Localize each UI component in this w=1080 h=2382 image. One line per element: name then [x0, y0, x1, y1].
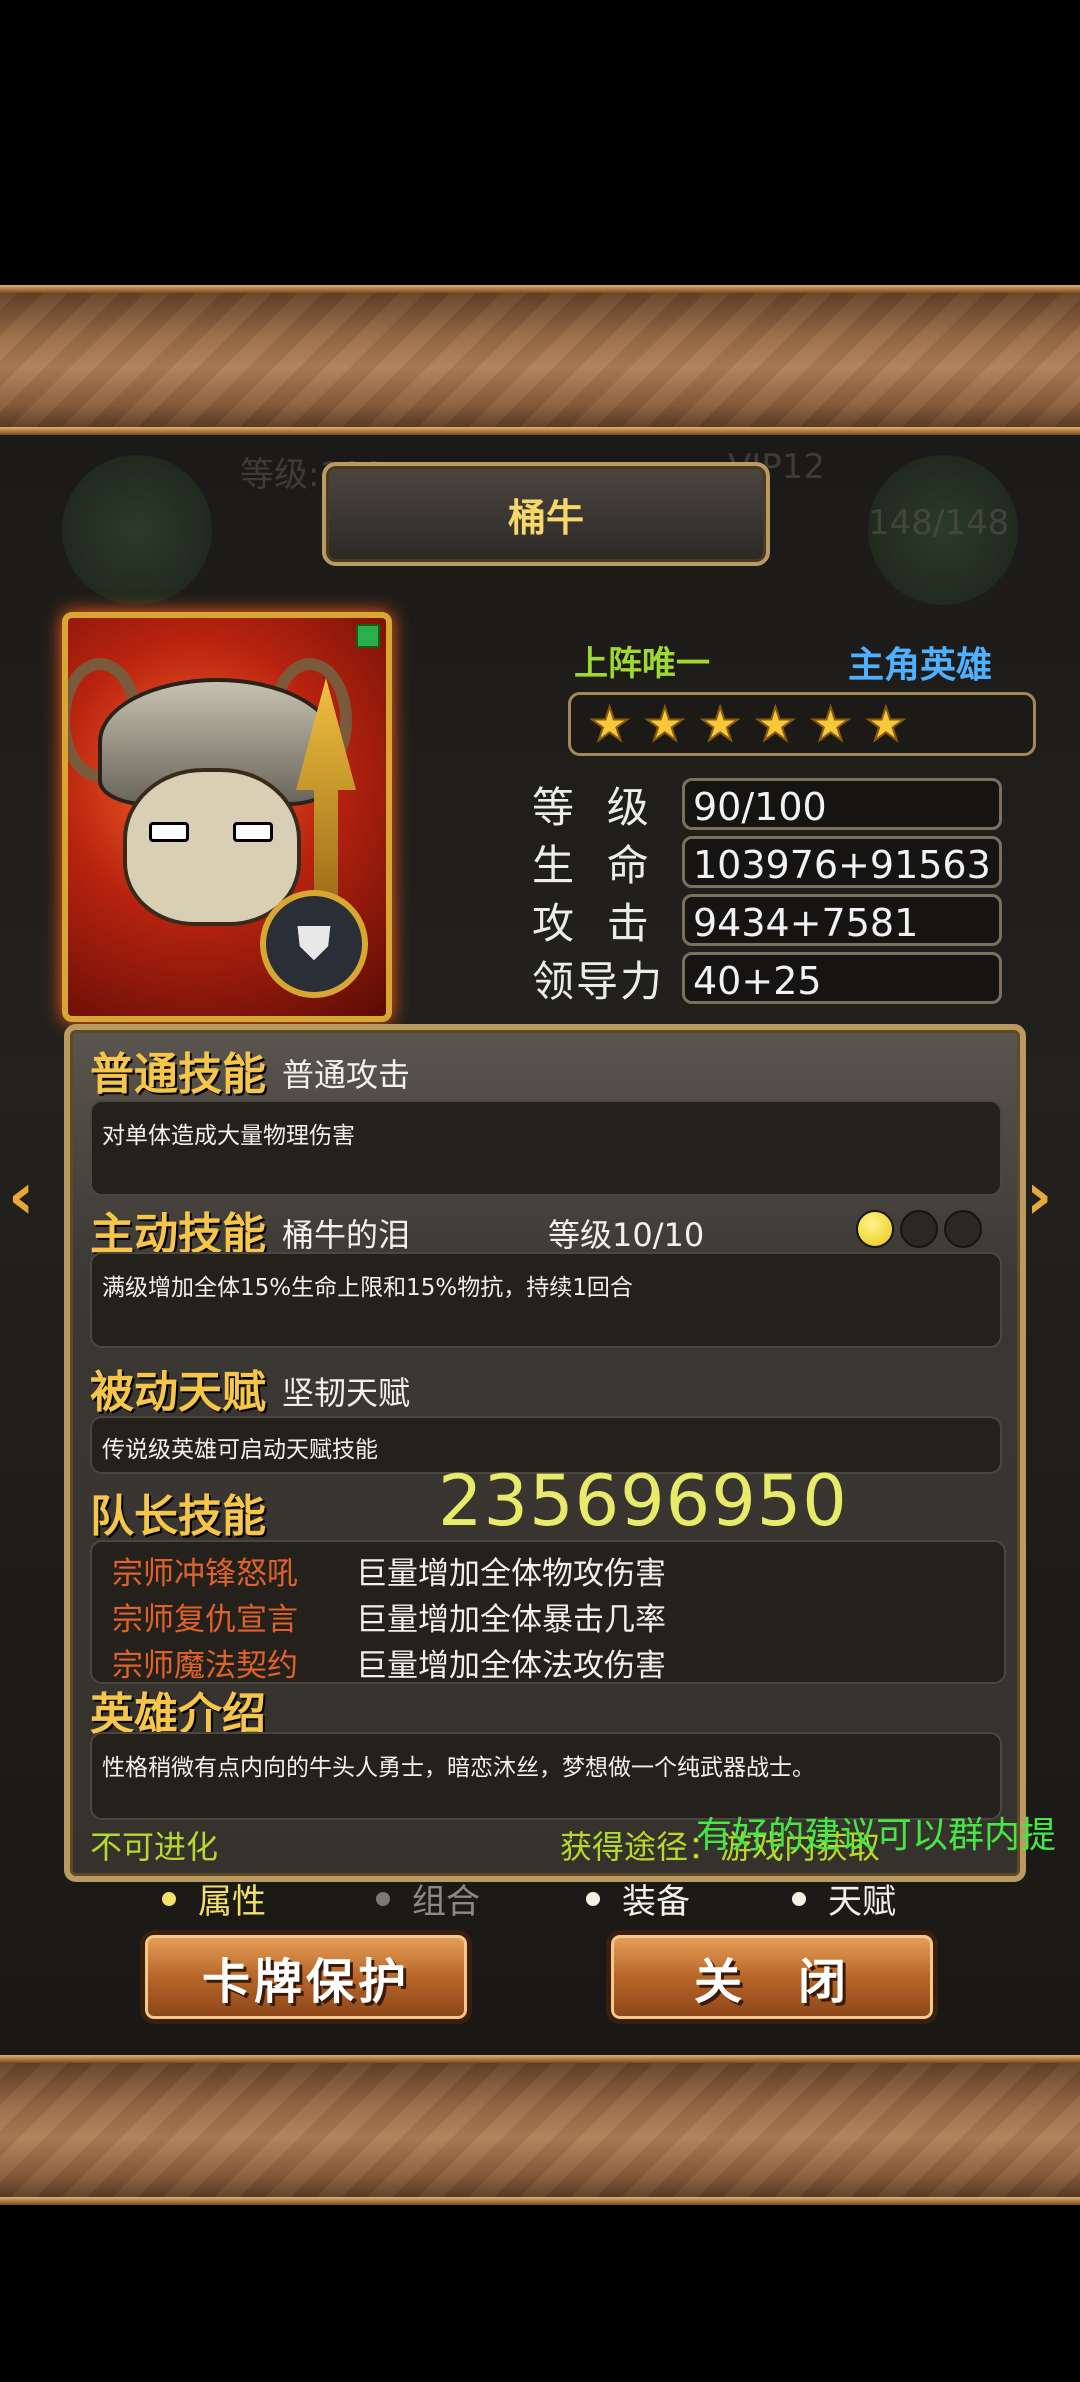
close-button[interactable]: 关 闭	[606, 1930, 938, 2024]
skill-level-dot-3	[944, 1210, 982, 1248]
hero-eye-left	[149, 822, 189, 842]
role-tag: 主角英雄	[848, 645, 993, 686]
leader-skill-desc: 巨量增加全体法攻伤害	[356, 1648, 666, 1684]
leader-skill-desc: 巨量增加全体物攻伤害	[356, 1556, 666, 1592]
stat-label: 等 级	[532, 782, 651, 832]
star-icon: ★	[864, 697, 907, 751]
skill-level-dot-2	[900, 1210, 938, 1248]
unique-tag: 上阵唯一	[574, 644, 710, 684]
leader-skill-name: 宗师复仇宣言	[112, 1602, 298, 1638]
stat-row-attack: 攻 击 9434+7581	[532, 892, 1002, 948]
tab-bullet	[586, 1891, 600, 1906]
normal-skill-title: 普通技能	[90, 1049, 266, 1100]
stat-label: 领导力	[532, 956, 665, 1006]
passive-talent-title: 被动天赋	[90, 1367, 266, 1418]
normal-skill-desc: 对单体造成大量物理伤害	[90, 1100, 1002, 1196]
tab-label: 属性	[198, 1882, 266, 1922]
stat-value: 9434+7581	[682, 894, 1002, 946]
tab-label: 装备	[622, 1882, 690, 1922]
leader-skill-title: 队长技能	[90, 1491, 266, 1542]
stat-label: 生 命	[532, 840, 651, 890]
star-icon: ★	[809, 697, 852, 751]
stat-value: 103976+91563	[682, 836, 1002, 888]
scrolling-notice: 有好的建议可以群内提	[696, 1815, 1057, 1856]
star-icon: ★	[754, 697, 797, 751]
leader-skill-box: 宗师冲锋怒吼 巨量增加全体物攻伤害 宗师复仇宣言 巨量增加全体暴击几率 宗师魔法…	[90, 1540, 1006, 1684]
hero-eye-right	[233, 822, 273, 842]
stat-value: 40+25	[682, 952, 1002, 1004]
stat-label: 攻 击	[532, 898, 651, 948]
hero-name-banner: 桶牛	[322, 462, 770, 566]
top-wood-frame	[0, 285, 1080, 435]
bottom-wood-frame	[0, 2055, 1080, 2205]
tab-bullet	[792, 1891, 806, 1906]
portrait-corner-badge	[356, 624, 380, 648]
active-skill-desc: 满级增加全体15%生命上限和15%物抗，持续1回合	[90, 1252, 1002, 1348]
tab-bullet	[162, 1891, 176, 1906]
passive-talent-name: 坚韧天赋	[282, 1374, 411, 1412]
skill-level-dot-1	[856, 1210, 894, 1248]
tab-label: 天赋	[828, 1882, 896, 1922]
stat-row-leadership: 领导力 40+25	[532, 950, 1002, 1006]
watermark-number: 235696950	[438, 1460, 848, 1542]
normal-skill-name: 普通攻击	[282, 1056, 411, 1094]
star-rating: ★ ★ ★ ★ ★ ★	[568, 692, 1036, 756]
shield-class-icon: ⛊	[260, 890, 368, 998]
hero-portrait[interactable]: ⛊	[62, 612, 392, 1022]
card-protect-button[interactable]: 卡牌保护	[140, 1930, 472, 2024]
leader-skill-desc: 巨量增加全体暴击几率	[356, 1602, 666, 1638]
active-skill-level: 等级10/10	[548, 1216, 705, 1254]
star-icon: ★	[588, 697, 631, 751]
stat-row-hp: 生 命 103976+91563	[532, 834, 1002, 890]
prev-hero-arrow[interactable]: ‹	[8, 1160, 34, 1234]
tab-bullet	[376, 1891, 390, 1906]
stat-row-level: 等 级 90/100	[532, 776, 1002, 832]
star-icon: ★	[643, 697, 686, 751]
leader-skill-name: 宗师冲锋怒吼	[112, 1556, 298, 1592]
background-avatar-orb	[62, 455, 212, 605]
next-hero-arrow[interactable]: ›	[1026, 1160, 1052, 1234]
hero-face	[123, 768, 301, 926]
tab-attributes[interactable]: 属性	[162, 1874, 266, 1923]
tab-talent[interactable]: 天赋	[792, 1874, 896, 1923]
evolve-status: 不可进化	[90, 1828, 219, 1866]
active-skill-name: 桶牛的泪	[282, 1216, 411, 1254]
tab-label: 组合	[412, 1882, 480, 1922]
tab-combination[interactable]: 组合	[376, 1874, 480, 1923]
stat-value: 90/100	[682, 778, 1002, 830]
star-icon: ★	[698, 697, 741, 751]
background-stamina-value: 148/148	[868, 503, 1010, 543]
tab-equipment[interactable]: 装备	[586, 1874, 690, 1923]
skills-panel: 普通技能 普通攻击 对单体造成大量物理伤害 主动技能 桶牛的泪 等级10/10 …	[64, 1024, 1026, 1882]
